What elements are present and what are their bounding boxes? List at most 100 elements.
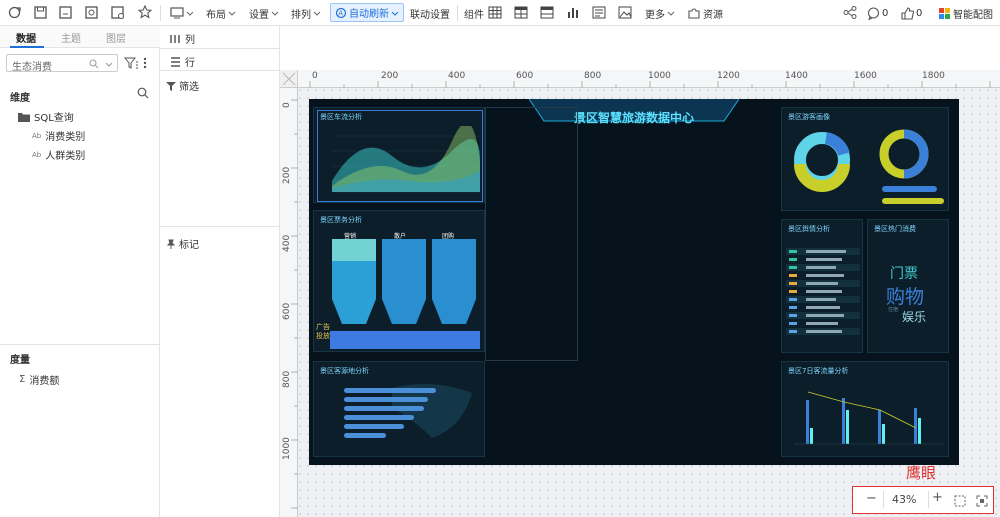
hot-consume-card[interactable]: 景区热门消费 门票 购物 娱乐 住宿 xyxy=(867,219,949,353)
svg-text:A: A xyxy=(338,9,343,17)
visitor-donut-charts xyxy=(794,129,944,204)
smart-map-button[interactable]: 智能配图 xyxy=(938,4,993,22)
vertical-ruler: 0 200 400 600 800 1000 xyxy=(280,88,298,517)
linkage-settings-button[interactable]: 联动设置 xyxy=(410,4,450,22)
component-menu[interactable]: 组件 xyxy=(464,4,484,22)
text-component-icon[interactable] xyxy=(592,6,606,19)
visitor-profile-card[interactable]: 景区游客画像 xyxy=(781,107,949,211)
auto-refresh-button[interactable]: A 自动刷新 xyxy=(330,3,404,22)
hot-word: 门票 xyxy=(890,266,918,282)
tab-layers[interactable]: 图层 xyxy=(106,30,126,45)
ruler-tick-label: 1000 xyxy=(282,437,292,460)
shelf-panel: 列 行 筛选 标记 xyxy=(160,26,280,517)
row-label: 行 xyxy=(185,58,195,69)
arrange-menu[interactable]: 排列 xyxy=(291,4,321,22)
preview-icon[interactable] xyxy=(85,6,98,19)
dimension-field-label: 消费类别 xyxy=(45,132,86,143)
more-menu[interactable]: 更多 xyxy=(645,4,675,22)
dashboard-preview[interactable]: 景区智慧旅游数据中心 景区车流分析 景区票务分析 营销 散户 团购 广告 投放 xyxy=(309,99,959,465)
more-vertical-icon[interactable] xyxy=(143,57,147,69)
fit-screen-icon[interactable] xyxy=(954,495,966,507)
seven-day-card[interactable]: 景区7日客流量分析 xyxy=(781,361,949,457)
table-icon[interactable] xyxy=(488,6,502,19)
sql-query-item[interactable]: SQL查询 xyxy=(18,109,74,124)
tab-theme[interactable]: 主题 xyxy=(61,30,81,45)
ticket-card[interactable]: 景区票务分析 营销 散户 团购 广告 投放 xyxy=(313,210,485,352)
comment-button[interactable]: 0 xyxy=(867,4,888,22)
car-flow-card[interactable]: 景区车流分析 xyxy=(313,107,485,203)
chevron-down-icon xyxy=(271,11,279,16)
ruler-tick-label: 0 xyxy=(312,71,318,81)
share-icon[interactable] xyxy=(843,6,857,19)
like-button[interactable]: 0 xyxy=(901,4,922,22)
ruler-ticks: 0 200 400 600 800 1000 xyxy=(282,99,298,509)
linkage-label: 联动设置 xyxy=(410,9,450,21)
puzzle-icon xyxy=(688,8,700,19)
selection-outline xyxy=(317,110,483,202)
mark-shelf[interactable]: 标记 xyxy=(166,236,199,251)
actual-size-icon[interactable] xyxy=(976,495,988,507)
smart-map-label: 智能配图 xyxy=(953,9,993,21)
sql-query-label: SQL查询 xyxy=(34,113,74,124)
row-shelf[interactable]: 行 xyxy=(170,54,195,69)
data-panel: 数据 主题 图层 生态消费 维度 SQL查询 Ab 消费类别 Ab 人群类别 度… xyxy=(0,26,160,517)
filter-sort-icon[interactable] xyxy=(124,57,138,69)
refresh-icon[interactable] xyxy=(8,6,21,19)
column-shelf[interactable]: 列 xyxy=(170,31,195,46)
hot-word: 购物 xyxy=(886,286,925,308)
auto-refresh-icon: A xyxy=(335,7,347,18)
auto-refresh-label: 自动刷新 xyxy=(349,9,389,20)
chevron-down-icon xyxy=(667,11,675,16)
search-icon xyxy=(89,59,99,69)
save-as-icon[interactable] xyxy=(59,6,72,19)
settings-menu[interactable]: 设置 xyxy=(249,4,279,22)
source-card[interactable]: 景区客源地分析 xyxy=(313,361,485,457)
card-title: 景区7日客流量分析 xyxy=(788,367,849,375)
dimension-field[interactable]: Ab 消费类别 xyxy=(32,128,86,144)
measure-field-label: 消费额 xyxy=(29,376,60,387)
bar-chart-icon[interactable] xyxy=(566,6,580,19)
ad-side-line: 广告 xyxy=(316,323,330,331)
measure-field[interactable]: Σ 消费额 xyxy=(19,372,59,387)
sentiment-card[interactable]: 景区舆情分析 xyxy=(781,219,863,353)
ruler-tick-label: 0 xyxy=(282,102,292,108)
image-component-icon[interactable] xyxy=(618,6,632,19)
ruler-tick-label: 400 xyxy=(448,71,466,81)
sigma-icon: Σ xyxy=(19,374,26,385)
search-icon[interactable] xyxy=(137,87,149,99)
zoom-in-button[interactable]: + xyxy=(932,490,943,505)
text-type-icon: Ab xyxy=(32,131,42,140)
card-title: 景区票务分析 xyxy=(320,216,362,224)
shelf-divider xyxy=(160,70,280,71)
comment-icon xyxy=(867,6,880,20)
crosstab-icon[interactable] xyxy=(514,6,528,19)
layout-menu[interactable]: 布局 xyxy=(206,4,236,22)
shelf-divider xyxy=(160,226,280,227)
dataset-select[interactable]: 生态消费 xyxy=(6,54,118,73)
card-title: 景区游客画像 xyxy=(788,113,830,121)
grid-table-icon[interactable] xyxy=(540,6,554,19)
screen-size-button[interactable] xyxy=(170,4,194,22)
favorite-star-icon[interactable] xyxy=(138,5,152,19)
settings-page-icon[interactable] xyxy=(111,6,125,19)
zoom-level[interactable]: 43% xyxy=(892,493,916,506)
smart-map-icon xyxy=(939,7,950,19)
ruler-tick-label: 1200 xyxy=(717,71,740,81)
tab-data[interactable]: 数据 xyxy=(16,30,36,45)
arrange-label: 排列 xyxy=(291,9,311,21)
filter-shelf[interactable]: 筛选 xyxy=(166,78,199,93)
section-divider xyxy=(0,344,159,345)
dimension-field[interactable]: Ab 人群类别 xyxy=(32,147,85,163)
save-icon[interactable] xyxy=(34,6,47,19)
seven-day-bar-chart xyxy=(794,391,944,445)
ruler-tick-label: 800 xyxy=(584,71,602,81)
ruler-tick-label: 400 xyxy=(282,235,292,252)
zoom-out-button[interactable]: − xyxy=(866,491,877,506)
filter-label: 筛选 xyxy=(179,82,199,93)
resource-button[interactable]: 资源 xyxy=(687,4,723,22)
rows-icon xyxy=(171,56,180,67)
chevron-down-icon xyxy=(186,11,194,16)
chevron-down-icon xyxy=(105,62,113,67)
ruler-corner xyxy=(280,70,298,88)
hot-word: 住宿 xyxy=(888,307,899,313)
